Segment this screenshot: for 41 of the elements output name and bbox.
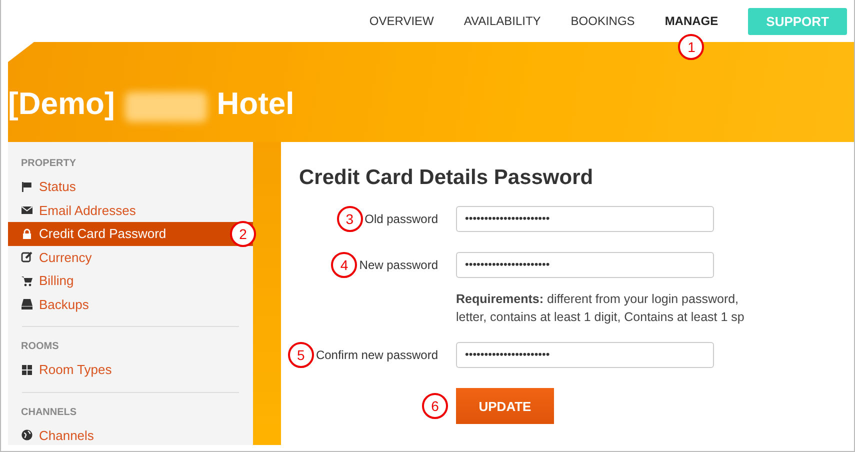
section-heading: PROPERTY: [20, 157, 78, 171]
sidebar-item[interactable]: Room Types: [8, 358, 253, 382]
field-label: Old password: [364, 212, 438, 226]
callout-number: 5: [288, 342, 314, 368]
nav-link[interactable]: OVERVIEW: [369, 14, 434, 28]
sidebar-item[interactable]: Email Addresses: [8, 198, 253, 222]
hotel-title-prefix: [Demo]: [8, 86, 115, 122]
sidebar-item[interactable]: Credit Card Password 2: [8, 222, 253, 246]
field-label: Confirm new password: [316, 348, 438, 362]
drive-icon: [21, 298, 33, 310]
edit-icon: [21, 251, 33, 264]
hotel-title-suffix: Hotel: [216, 86, 294, 122]
update-button[interactable]: UPDATE: [456, 388, 554, 424]
callout-number: 1: [678, 34, 704, 60]
password-field[interactable]: ••••••••••••••••••••••: [456, 342, 714, 368]
requirements-text: Requirements: different from your login password,: [456, 291, 740, 308]
envelope-icon: [21, 204, 33, 216]
sidebar-item[interactable]: Status: [8, 175, 253, 198]
form-title: Credit Card Details Password: [299, 166, 594, 190]
sidebar-item[interactable]: Billing: [8, 269, 253, 292]
section-heading: CHANNELS: [20, 406, 78, 420]
requirements-text: letter, contains at least 1 digit, Contains at least 1 sp: [456, 309, 746, 326]
cart-icon: [21, 274, 33, 287]
lock-icon: [21, 228, 33, 240]
field-label: New password: [359, 258, 438, 272]
globe-icon: [21, 429, 33, 442]
callout-number: 4: [331, 252, 358, 278]
sidebar-item[interactable]: Backups: [8, 292, 253, 316]
callout-number: 3: [336, 206, 363, 232]
sidebar-item[interactable]: Channels: [8, 424, 253, 447]
section-heading: ROOMS: [20, 340, 60, 354]
flag-icon: [21, 180, 33, 193]
callout-number: 2: [230, 221, 256, 247]
sidebar-item[interactable]: Currency: [8, 246, 253, 269]
callout-number: 6: [422, 393, 448, 419]
grid-icon: [21, 364, 33, 376]
password-field[interactable]: ••••••••••••••••••••••: [456, 252, 714, 278]
password-field[interactable]: ••••••••••••••••••••••: [456, 206, 714, 232]
nav-link[interactable]: MANAGE: [664, 14, 718, 28]
nav-link[interactable]: AVAILABILITY: [464, 14, 541, 28]
nav-link[interactable]: BOOKINGS: [570, 14, 635, 28]
